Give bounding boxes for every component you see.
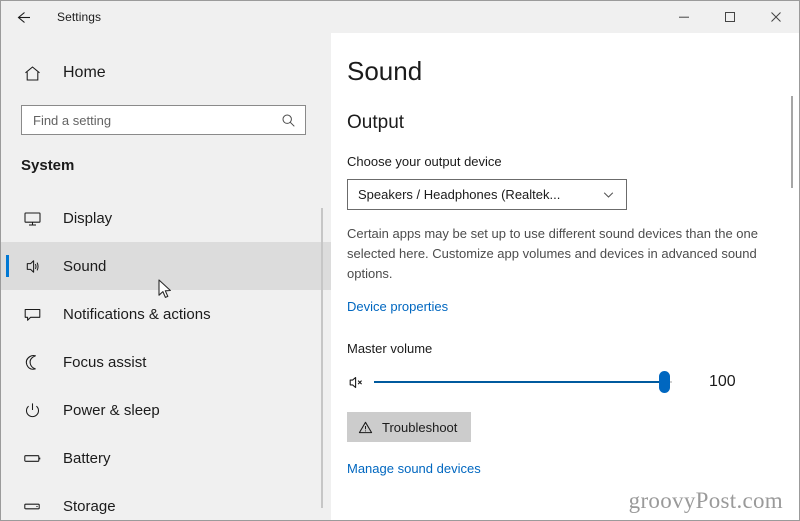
monitor-icon: [23, 209, 49, 228]
master-volume-value: 100: [709, 373, 736, 390]
home-label: Home: [63, 64, 106, 81]
speaker-icon: [23, 257, 49, 276]
main-scrollbar[interactable]: [791, 96, 793, 188]
master-volume-slider[interactable]: [374, 371, 672, 393]
sidebar-item-display[interactable]: Display: [1, 194, 331, 242]
sidebar-item-label: Power & sleep: [63, 401, 160, 419]
sidebar-item-notifications[interactable]: Notifications & actions: [1, 290, 331, 338]
watermark: groovyPost.com: [628, 488, 783, 513]
power-icon: [23, 401, 49, 420]
sidebar-item-label: Notifications & actions: [63, 305, 211, 323]
troubleshoot-button[interactable]: Troubleshoot: [347, 412, 472, 442]
sidebar-item-sound[interactable]: Sound: [1, 242, 331, 290]
output-device-select[interactable]: Speakers / Headphones (Realtek...: [347, 179, 627, 210]
sidebar-item-focus-assist[interactable]: Focus assist: [1, 338, 331, 386]
sidebar-item-label: Battery: [63, 449, 111, 467]
main-content: Sound Output Choose your output device S…: [331, 33, 799, 520]
page-title: Sound: [347, 56, 423, 86]
troubleshoot-label: Troubleshoot: [382, 419, 458, 435]
back-arrow-icon: [17, 11, 30, 23]
search-input[interactable]: [22, 107, 262, 133]
speaker-muted-icon[interactable]: [344, 370, 368, 394]
close-icon: [771, 12, 781, 22]
window-title: Settings: [57, 10, 102, 24]
sidebar-item-storage[interactable]: Storage: [1, 482, 331, 520]
settings-window: Settings Home Find a setting System Disp…: [0, 0, 800, 521]
sidebar-item-label: Storage: [63, 497, 116, 515]
choose-output-device-label: Choose your output device: [347, 154, 502, 169]
sidebar: Home System Displ: [1, 33, 331, 520]
slider-fill: [374, 381, 665, 383]
title-bar: Settings: [1, 1, 799, 33]
output-heading: Output: [347, 112, 405, 133]
master-volume-row: 100: [344, 370, 799, 394]
maximize-icon: [725, 12, 735, 22]
battery-icon: [23, 449, 49, 468]
warning-triangle-icon: [358, 420, 373, 435]
chevron-down-icon: [601, 187, 616, 202]
speech-bubble-icon: [23, 305, 49, 324]
minimize-icon: [679, 16, 689, 18]
sidebar-scrollbar[interactable]: [321, 208, 323, 508]
search-box[interactable]: [21, 105, 306, 135]
sidebar-item-label: Focus assist: [63, 353, 147, 371]
sidebar-item-battery[interactable]: Battery: [1, 434, 331, 482]
sidebar-item-home[interactable]: Home: [1, 53, 331, 93]
storage-icon: [23, 497, 49, 516]
sidebar-item-label: Display: [63, 209, 113, 227]
sidebar-item-label: Sound: [63, 257, 107, 275]
manage-sound-devices-link[interactable]: Manage sound devices: [347, 461, 481, 476]
home-icon: [23, 64, 49, 83]
master-volume-label: Master volume: [347, 341, 433, 356]
window-controls: [661, 1, 799, 33]
output-description: Certain apps may be set up to use differ…: [347, 226, 758, 281]
search-icon[interactable]: [277, 109, 299, 131]
moon-icon: [23, 353, 49, 372]
output-device-value: Speakers / Headphones (Realtek...: [358, 187, 561, 202]
slider-thumb[interactable]: [659, 371, 670, 393]
sidebar-section-title: System: [21, 157, 75, 174]
close-button[interactable]: [753, 1, 799, 33]
back-button[interactable]: [1, 1, 45, 33]
device-properties-link[interactable]: Device properties: [347, 299, 448, 314]
sidebar-nav-list: Display Sound Notifications & actions Fo…: [1, 194, 331, 520]
maximize-button[interactable]: [707, 1, 753, 33]
sidebar-item-power-sleep[interactable]: Power & sleep: [1, 386, 331, 434]
minimize-button[interactable]: [661, 1, 707, 33]
